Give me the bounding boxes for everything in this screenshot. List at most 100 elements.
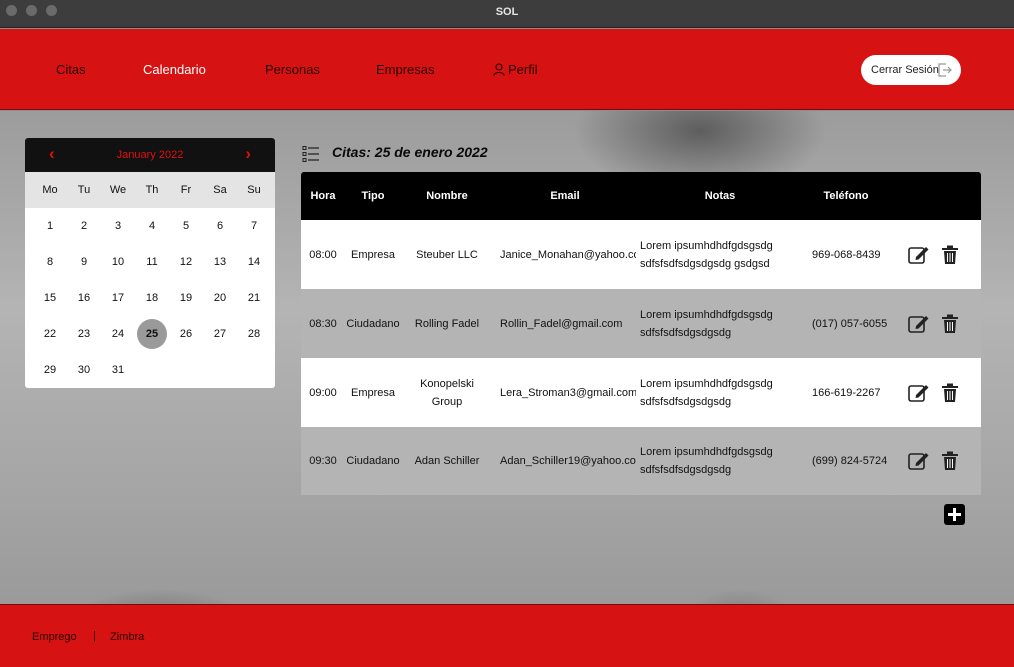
nav-perfil[interactable]: Perfil	[493, 62, 538, 77]
calendar-day[interactable]: 30	[67, 352, 101, 388]
calendar-day[interactable]: 20	[203, 280, 237, 316]
calendar-day-number: 10	[111, 256, 125, 268]
nav-calendario[interactable]: Calendario	[143, 62, 206, 77]
weekday-label: Mo	[42, 184, 58, 196]
cell-nombre: Steuber LLC	[405, 220, 489, 289]
cell-telefono: (699) 824-5724	[812, 427, 902, 495]
nav-personas[interactable]: Personas	[265, 62, 320, 77]
calendar-widget: ‹ January 2022 › Mo Tu We Th Fr Sa Su 12…	[25, 138, 275, 388]
calendar-next-month-button[interactable]: ›	[245, 144, 251, 164]
calendar-day-number: 31	[111, 364, 125, 376]
calendar-day[interactable]: 31	[101, 352, 135, 388]
calendar-day-number: 22	[43, 328, 57, 340]
window-title: SOL	[495, 6, 519, 18]
trash-icon[interactable]	[941, 245, 959, 265]
calendar-day[interactable]: 3	[101, 208, 135, 244]
edit-icon[interactable]	[908, 451, 930, 471]
calendar-day[interactable]: 23	[67, 316, 101, 352]
calendar-day[interactable]: 15	[33, 280, 67, 316]
cell-nombre: Adan Schiller	[405, 427, 489, 495]
calendar-day[interactable]: 9	[67, 244, 101, 280]
calendar-header: ‹ January 2022 ›	[25, 138, 275, 172]
calendar-day-selected[interactable]: 25	[135, 316, 169, 352]
window-titlebar: SOL	[0, 0, 1014, 28]
calendar-day-number: 21	[247, 292, 261, 304]
cell-telefono-text: (699) 824-5724	[812, 455, 888, 467]
cell-notas-text: Lorem ipsumhdhdfgdsgsdg sdfsfsdfsdgsdgsd…	[640, 239, 773, 270]
cell-email-text: Janice_Monahan@yahoo.com	[500, 248, 636, 261]
list-icon	[302, 146, 319, 162]
calendar-day[interactable]: 16	[67, 280, 101, 316]
edit-icon[interactable]	[908, 383, 930, 403]
calendar-day-number: 4	[148, 220, 156, 232]
calendar-day[interactable]: 21	[237, 280, 271, 316]
calendar-day[interactable]: 14	[237, 244, 271, 280]
calendar-day[interactable]: 13	[203, 244, 237, 280]
calendar-day[interactable]: 7	[237, 208, 271, 244]
cell-telefono: (017) 057-6055	[812, 289, 902, 358]
calendar-day[interactable]: 29	[33, 352, 67, 388]
column-header-tipo: Tipo	[361, 190, 385, 202]
calendar-day[interactable]: 27	[203, 316, 237, 352]
table-row: 08:30 Ciudadano Rolling Fadel Rollin_Fadel@…	[301, 289, 981, 358]
column-header-notas: Notas	[704, 190, 736, 202]
weekday-label: We	[109, 184, 127, 196]
footer-link-emprego[interactable]: Emprego	[32, 631, 77, 643]
calendar-day[interactable]: 24	[101, 316, 135, 352]
calendar-day[interactable]: 11	[135, 244, 169, 280]
calendar-day[interactable]: 19	[169, 280, 203, 316]
nav-citas[interactable]: Citas	[56, 62, 86, 77]
user-icon	[493, 63, 505, 76]
cell-hora-text: 08:00	[309, 248, 337, 261]
calendar-day-grid: 1 2 3 4 5 6 7 8 9 10 11 12 13 14 15 16 17 18 19 20 21 22 23 24 2…	[25, 208, 275, 388]
calendar-day[interactable]: 5	[169, 208, 203, 244]
calendar-day[interactable]: 8	[33, 244, 67, 280]
logout-button[interactable]: Cerrar Sesión	[861, 55, 961, 85]
cell-email-text: Rollin_Fadel@gmail.com	[500, 317, 623, 330]
calendar-day-number: 15	[43, 292, 57, 304]
cell-notas: Lorem ipsumhdhdfgdsgsdg sdfsfsdfsdgsdgsd…	[640, 358, 804, 427]
calendar-day-number: 27	[213, 328, 227, 340]
footer-link-zimbra[interactable]: Zimbra	[110, 631, 144, 643]
calendar-day[interactable]: 17	[101, 280, 135, 316]
weekday-label: Su	[247, 184, 261, 196]
table-row: 09:00 Empresa Konopelski Group Lera_Stroman…	[301, 358, 981, 427]
cell-nombre-text: Konopelski Group	[420, 377, 474, 408]
nav-perfil-label: Perfil	[508, 62, 538, 77]
calendar-day[interactable]: 28	[237, 316, 271, 352]
calendar-day[interactable]: 2	[67, 208, 101, 244]
cell-hora: 08:00	[301, 220, 345, 289]
calendar-weekday-row: Mo Tu We Th Fr Sa Su	[25, 172, 275, 208]
calendar-day[interactable]: 10	[101, 244, 135, 280]
add-appointment-button[interactable]	[944, 504, 965, 525]
cell-tipo: Empresa	[345, 358, 401, 427]
calendar-day-number: 11	[146, 256, 158, 268]
cell-nombre: Rolling Fadel	[405, 289, 489, 358]
calendar-day-number: 17	[111, 292, 125, 304]
calendar-day[interactable]: 26	[169, 316, 203, 352]
calendar-day[interactable]: 6	[203, 208, 237, 244]
calendar-day-number: 25	[137, 319, 167, 349]
trash-icon[interactable]	[941, 451, 959, 471]
cell-telefono: 969-068-8439	[812, 220, 902, 289]
top-nav-bar: Citas Calendario Personas Empresas Perfi…	[0, 29, 1014, 110]
edit-icon[interactable]	[908, 314, 930, 334]
nav-empresas[interactable]: Empresas	[376, 62, 435, 77]
calendar-day-number: 16	[77, 292, 91, 304]
calendar-day[interactable]: 18	[135, 280, 169, 316]
calendar-day-number: 24	[111, 328, 125, 340]
calendar-day[interactable]: 22	[33, 316, 67, 352]
calendar-day-number: 5	[182, 220, 190, 232]
trash-icon[interactable]	[941, 314, 959, 334]
cell-nombre-text: Adan Schiller	[414, 455, 480, 467]
calendar-day[interactable]: 1	[33, 208, 67, 244]
calendar-day-number: 6	[216, 220, 224, 232]
calendar-day-number: 28	[247, 328, 261, 340]
edit-icon[interactable]	[908, 245, 930, 265]
calendar-day[interactable]: 4	[135, 208, 169, 244]
logout-icon	[938, 63, 952, 77]
trash-icon[interactable]	[941, 383, 959, 403]
calendar-day[interactable]: 12	[169, 244, 203, 280]
weekday-label: Th	[145, 184, 159, 196]
cell-hora: 08:30	[301, 289, 345, 358]
